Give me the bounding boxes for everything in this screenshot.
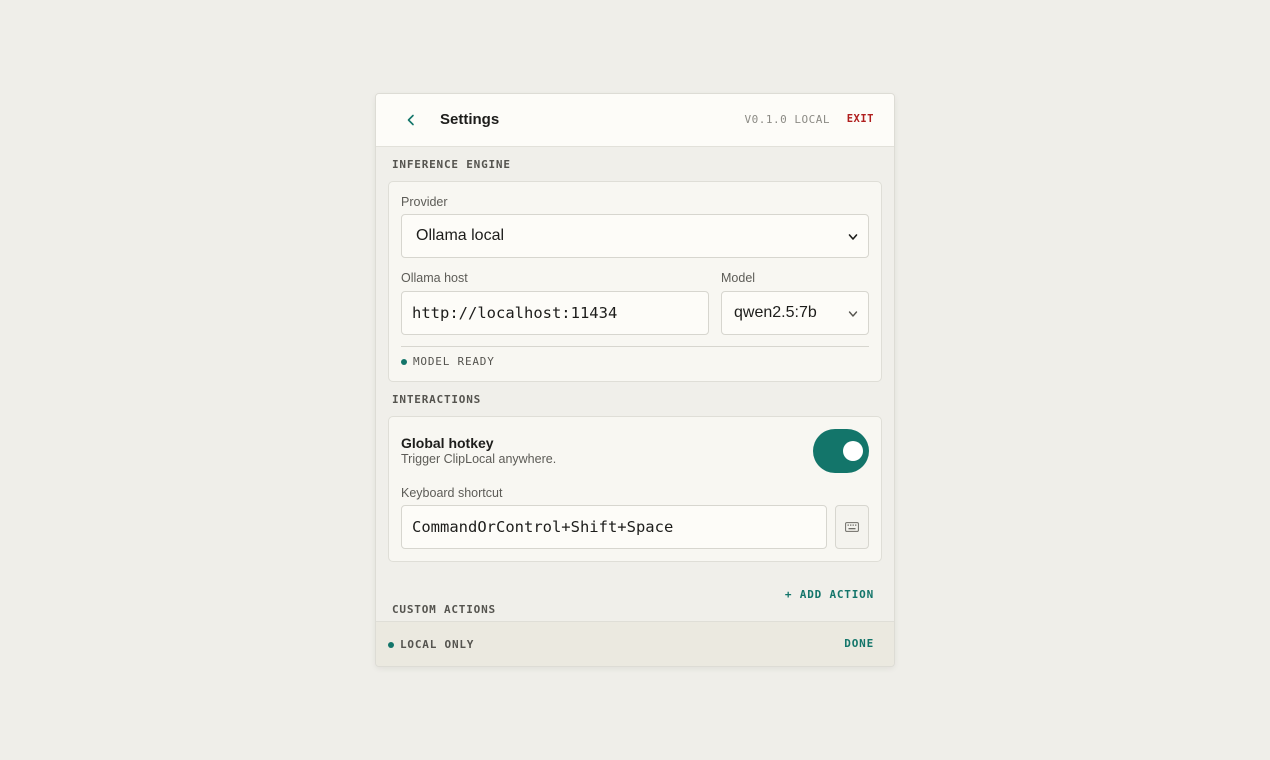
page-title: Settings	[440, 111, 500, 128]
chevron-left-icon	[407, 114, 414, 126]
provider-select-value: Ollama local	[416, 227, 505, 244]
shortcut-input[interactable]: CommandOrControl+Shift+Space	[401, 505, 827, 549]
section-label-interactions: INTERACTIONS	[392, 393, 482, 406]
provider-label: Provider	[401, 195, 448, 209]
local-status-dot	[388, 642, 394, 648]
toggle-knob	[843, 441, 863, 461]
model-select-value: qwen2.5:7b	[734, 304, 817, 321]
chevron-down-icon	[848, 311, 858, 317]
status-dot	[401, 359, 407, 365]
exit-button[interactable]: EXIT	[847, 113, 874, 125]
settings-header: Settings V0.1.0 LOCAL EXIT	[376, 94, 894, 147]
back-button[interactable]	[400, 109, 422, 131]
hotkey-title: Global hotkey	[401, 435, 494, 451]
global-hotkey-toggle[interactable]	[813, 429, 869, 473]
settings-window: Settings V0.1.0 LOCAL EXIT INFERENCE ENG…	[375, 93, 895, 667]
provider-select[interactable]: Ollama local	[401, 214, 869, 258]
record-shortcut-button[interactable]	[835, 505, 869, 549]
section-label-inference: INFERENCE ENGINE	[392, 158, 511, 171]
section-label-custom-actions: CUSTOM ACTIONS	[392, 603, 496, 616]
version-label: V0.1.0 LOCAL	[744, 113, 830, 126]
keyboard-icon	[845, 522, 859, 532]
host-input[interactable]: http://localhost:11434	[401, 291, 709, 335]
model-select[interactable]: qwen2.5:7b	[721, 291, 869, 335]
local-only-status: LOCAL ONLY	[400, 638, 475, 651]
chevron-down-icon	[848, 234, 858, 240]
interactions-card: Global hotkey Trigger ClipLocal anywhere…	[388, 416, 882, 562]
hotkey-description: Trigger ClipLocal anywhere.	[401, 452, 557, 466]
done-button[interactable]: DONE	[844, 637, 874, 650]
shortcut-label: Keyboard shortcut	[401, 486, 503, 500]
card-divider	[401, 346, 869, 347]
model-status: MODEL READY	[413, 355, 495, 368]
inference-card: Provider Ollama local Ollama host http:/…	[388, 181, 882, 382]
add-action-button[interactable]: + ADD ACTION	[785, 588, 874, 601]
settings-footer: LOCAL ONLY DONE	[376, 621, 894, 666]
host-label: Ollama host	[401, 271, 468, 285]
model-label: Model	[721, 271, 756, 285]
